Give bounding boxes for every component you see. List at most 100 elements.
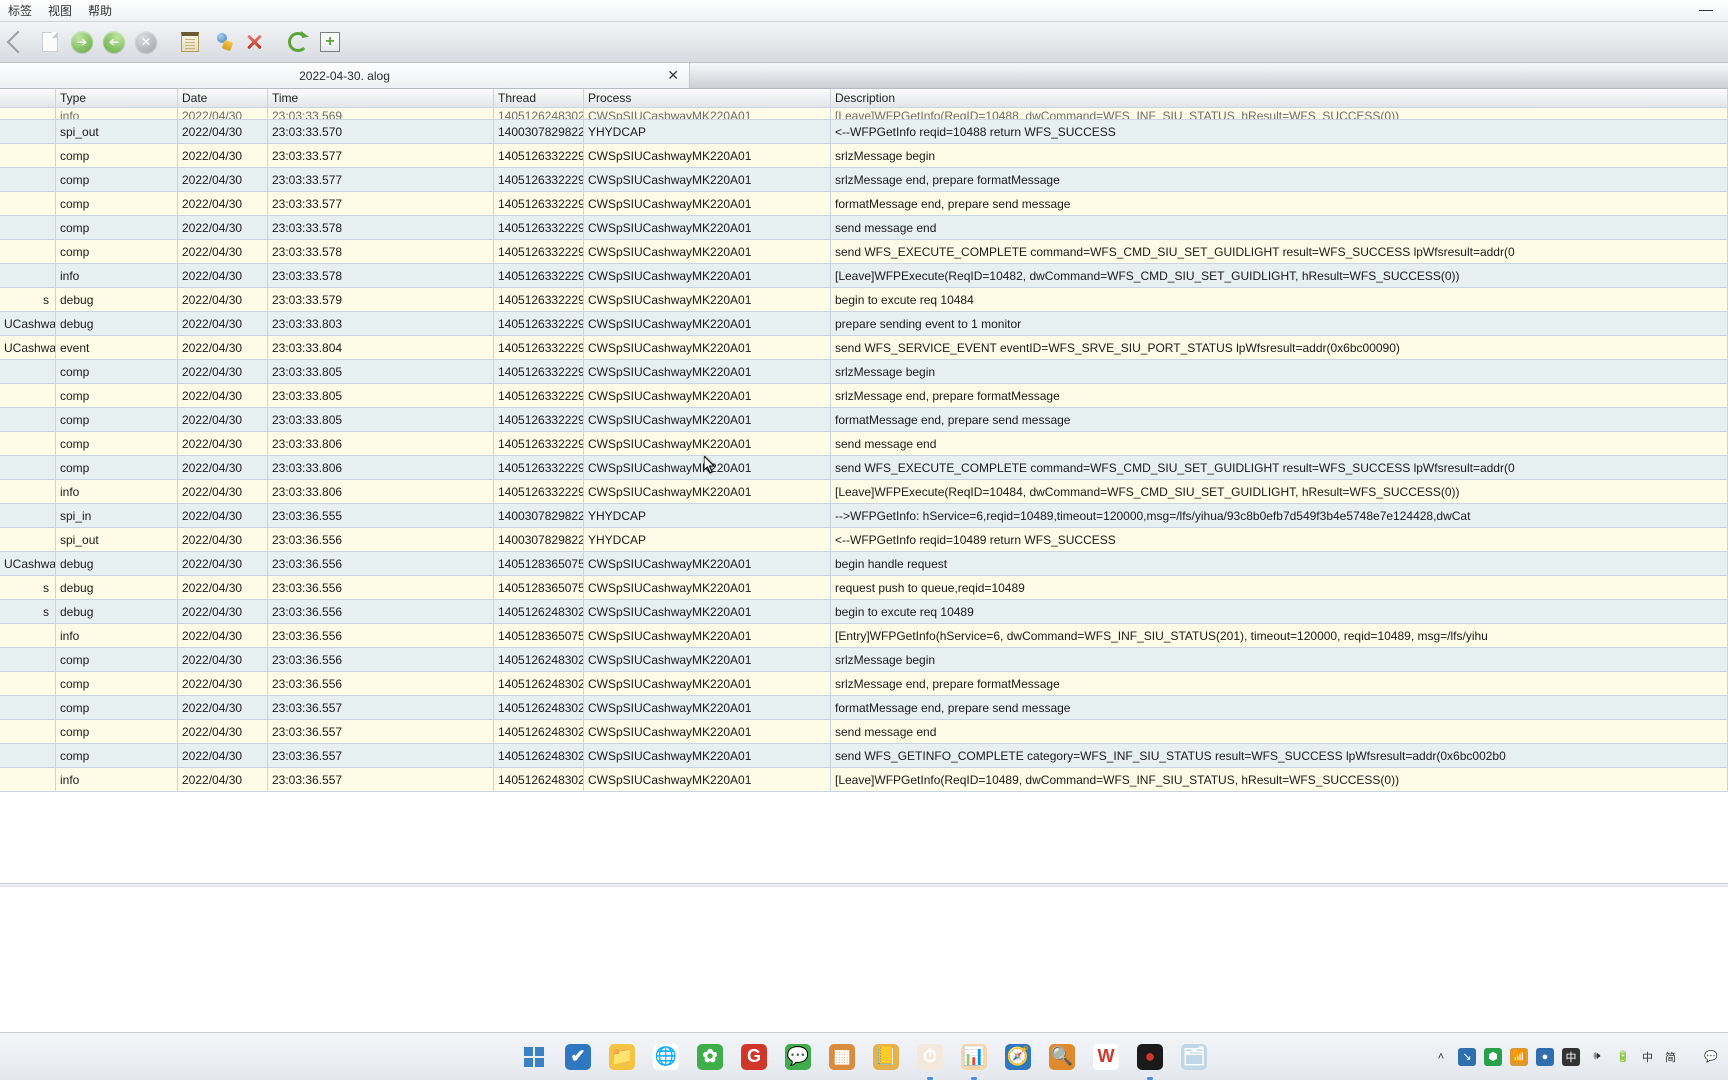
taskbar-app-clock[interactable]: ⏱ [913,1040,947,1074]
toolbar-new-doc-icon[interactable] [36,28,64,56]
table-row[interactable]: sdebug2022/04/3023:03:36.556140512624830… [0,600,1728,624]
table-row[interactable]: comp2022/04/3023:03:33.57714051263322291… [0,192,1728,216]
cell-process: CWSpSIUCashwayMK220A01 [584,384,831,408]
col-date[interactable]: Date [178,89,268,107]
table-row[interactable]: info2022/04/3023:03:36.55714051262483020… [0,768,1728,792]
col-description[interactable]: Description [831,89,1728,107]
menu-view[interactable]: 视图 [40,2,80,19]
tray-t5-icon[interactable]: 中 [1562,1048,1580,1066]
table-row[interactable]: UCashwa...event2022/04/3023:03:33.804140… [0,336,1728,360]
table-row[interactable]: comp2022/04/3023:03:36.55614051262483020… [0,672,1728,696]
table-row[interactable]: info2022/04/3023:03:36.55614051283650752… [0,624,1728,648]
table-row[interactable]: spi_out2022/04/3023:03:36.55614003078298… [0,528,1728,552]
table-row[interactable]: comp2022/04/3023:03:36.55714051262483020… [0,720,1728,744]
cell-process: CWSpSIUCashwayMK220A01 [584,696,831,720]
cell-prefix [0,672,56,696]
table-row[interactable]: comp2022/04/3023:03:33.57814051263322291… [0,216,1728,240]
window-minimize[interactable] [1684,0,1728,22]
toolbar-delete-icon[interactable] [240,28,268,56]
cell-date: 2022/04/30 [178,648,268,672]
ime-indicator[interactable]: 简 [1665,1049,1676,1065]
table-row[interactable]: comp2022/04/3023:03:36.55614051262483020… [0,648,1728,672]
tray-notifications-icon[interactable]: 💬 [1702,1048,1720,1066]
table-row[interactable]: UCashwa...debug2022/04/3023:03:36.556140… [0,552,1728,576]
cell-description: send WFS_SERVICE_EVENT eventID=WFS_SRVE_… [831,336,1728,360]
table-row[interactable]: comp2022/04/3023:03:33.57814051263322291… [0,240,1728,264]
tray-chevron-icon[interactable]: ˄ [1432,1048,1450,1066]
cell-time: 23:03:36.555 [268,504,494,528]
taskbar-app-files[interactable]: 📁 [605,1040,639,1074]
ime-indicator[interactable]: 中 [1642,1049,1653,1065]
col-time[interactable]: Time [268,89,494,107]
taskbar-app-edge[interactable]: 🌐 [649,1040,683,1074]
tray-t4-icon[interactable]: ● [1536,1048,1554,1066]
cell-prefix [0,456,56,480]
taskbar-app-rec[interactable]: ● [1133,1040,1167,1074]
taskbar-app-explorer2[interactable]: 🗂 [1177,1040,1211,1074]
cell-description: formatMessage end, prepare send message [831,408,1728,432]
taskbar-app-wechat[interactable]: 💬 [781,1040,815,1074]
cell-time: 23:03:33.804 [268,336,494,360]
taskbar-app-wps-red[interactable]: G [737,1040,771,1074]
cell-type: event [56,336,178,360]
table-row[interactable]: comp2022/04/3023:03:36.55714051262483020… [0,744,1728,768]
table-row[interactable]: sdebug2022/04/3023:03:33.579140512633222… [0,288,1728,312]
taskbar-app-notes[interactable]: 📒 [869,1040,903,1074]
table-row[interactable]: UCashwa...debug2022/04/3023:03:33.803140… [0,312,1728,336]
cell-description: send message end [831,720,1728,744]
cell-type: comp [56,720,178,744]
cell-date: 2022/04/30 [178,288,268,312]
table-row[interactable]: spi_in2022/04/3023:03:36.555140030782982… [0,504,1728,528]
table-row[interactable]: comp2022/04/3023:03:33.80614051263322291… [0,432,1728,456]
tray-t2-icon[interactable]: ⬢ [1484,1048,1502,1066]
tray-t6-icon[interactable]: 🕪 [1588,1048,1606,1066]
toolbar-back-icon[interactable] [4,28,32,56]
table-row[interactable]: comp2022/04/3023:03:33.80514051263322291… [0,408,1728,432]
cell-thread: 140512624830208 [494,672,584,696]
file-tab[interactable]: 2022-04-30. alog ✕ [0,63,690,88]
taskbar-app-logviewer[interactable]: 📊 [957,1040,991,1074]
close-tab-icon[interactable]: ✕ [667,67,679,84]
table-row[interactable]: comp2022/04/3023:03:33.80514051263322291… [0,360,1728,384]
menu-help[interactable]: 帮助 [80,2,120,19]
taskbar-app-start[interactable] [517,1040,551,1074]
tray-t3-icon[interactable]: 📶 [1510,1048,1528,1066]
taskbar-app-app1[interactable]: ▦ [825,1040,859,1074]
cell-date: 2022/04/30 [178,744,268,768]
cell-time: 23:03:36.556 [268,600,494,624]
tray-t7-icon[interactable]: 🔋 [1614,1048,1632,1066]
col-process[interactable]: Process [584,89,831,107]
toolbar-reload-icon[interactable] [284,28,312,56]
menu-bookmarks[interactable]: 标签 [0,2,40,19]
log-grid[interactable]: Type Date Time Thread Process Descriptio… [0,89,1728,883]
col-hidden[interactable] [0,89,56,107]
table-row[interactable]: comp2022/04/3023:03:36.55714051262483020… [0,696,1728,720]
taskbar-app-shield[interactable]: ✔ [561,1040,595,1074]
taskbar-app-wechat-work[interactable]: ✿ [693,1040,727,1074]
toolbar-user-icon[interactable] [208,28,236,56]
table-row[interactable]: info2022/04/3023:03:33.57814051263322291… [0,264,1728,288]
table-row[interactable]: info2022/04/3023:03:33.56914051262483020… [0,108,1728,120]
taskbar-app-wps[interactable]: W [1089,1040,1123,1074]
toolbar-nav-forward-icon[interactable]: ➔ [68,28,96,56]
taskbar-app-compass[interactable]: 🧭 [1001,1040,1035,1074]
table-row[interactable]: comp2022/04/3023:03:33.57714051263322291… [0,168,1728,192]
cell-time: 23:03:33.577 [268,168,494,192]
toolbar-clipboard-icon[interactable] [176,28,204,56]
files-icon: 📁 [609,1044,635,1070]
table-row[interactable]: comp2022/04/3023:03:33.80614051263322291… [0,456,1728,480]
col-thread[interactable]: Thread [494,89,584,107]
toolbar-nav-back-icon[interactable]: ➔ [100,28,128,56]
taskbar-app-everything[interactable]: 🔍 [1045,1040,1079,1074]
table-row[interactable]: comp2022/04/3023:03:33.57714051263322291… [0,144,1728,168]
tray-t1-icon[interactable]: ↘ [1458,1048,1476,1066]
cell-description: send WFS_GETINFO_COMPLETE category=WFS_I… [831,744,1728,768]
toolbar-add-icon[interactable]: + [316,28,344,56]
cell-time: 23:03:33.806 [268,456,494,480]
table-row[interactable]: info2022/04/3023:03:33.80614051263322291… [0,480,1728,504]
table-row[interactable]: comp2022/04/3023:03:33.80514051263322291… [0,384,1728,408]
col-type[interactable]: Type [56,89,178,107]
table-row[interactable]: spi_out2022/04/3023:03:33.57014003078298… [0,120,1728,144]
table-row[interactable]: sdebug2022/04/3023:03:36.556140512836507… [0,576,1728,600]
toolbar-stop-icon[interactable]: ✕ [132,28,160,56]
